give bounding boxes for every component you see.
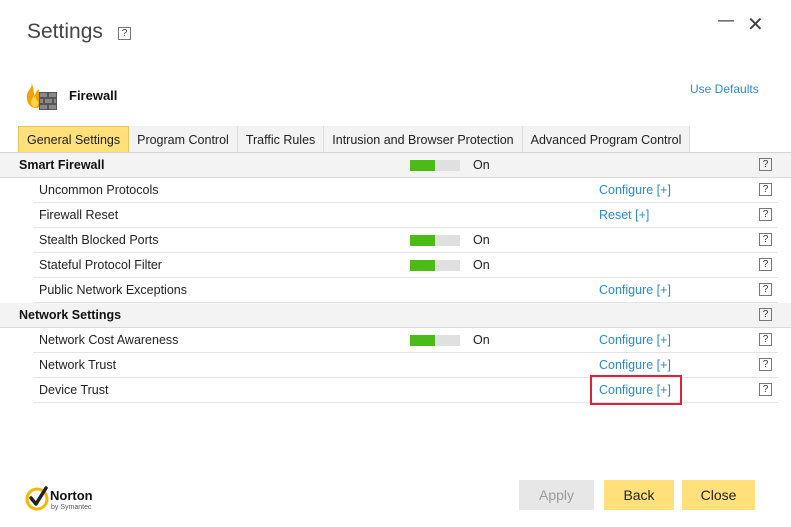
row-label: Firewall Reset: [39, 208, 119, 222]
row-stateful-protocol-filter: Stateful Protocol Filter On ?: [33, 253, 778, 278]
row-public-network-exceptions: Public Network Exceptions Configure [+] …: [33, 278, 778, 303]
toggle-state-text: On: [473, 333, 490, 347]
configure-public-network-exceptions-link[interactable]: Configure [+]: [599, 283, 671, 297]
help-icon[interactable]: ?: [759, 208, 772, 221]
row-label: Stealth Blocked Ports: [39, 233, 159, 247]
row-label: Network Trust: [39, 358, 117, 372]
norton-check-icon: [25, 486, 49, 511]
section-smart-firewall: Smart Firewall On ?: [0, 153, 791, 178]
configure-uncommon-protocols-link[interactable]: Configure [+]: [599, 183, 671, 197]
row-label: Public Network Exceptions: [39, 283, 187, 297]
tab-intrusion-browser-protection[interactable]: Intrusion and Browser Protection: [324, 126, 523, 153]
row-firewall-reset: Firewall Reset Reset [+] ?: [33, 203, 778, 228]
help-icon[interactable]: ?: [759, 258, 772, 271]
help-icon[interactable]: ?: [759, 158, 772, 171]
row-label: Uncommon Protocols: [39, 183, 159, 197]
close-window-button[interactable]: ✕: [747, 12, 764, 36]
firewall-icon: [26, 82, 57, 110]
section-heading-firewall: Firewall: [69, 88, 118, 103]
help-icon[interactable]: ?: [759, 283, 772, 296]
norton-logo: Norton by Symantec: [24, 485, 114, 517]
norton-brand-sub: by Symantec: [51, 504, 92, 511]
help-icon[interactable]: ?: [759, 333, 772, 346]
row-network-cost-awareness: Network Cost Awareness On Configure [+] …: [33, 328, 778, 353]
section-label: Smart Firewall: [19, 158, 105, 172]
help-icon[interactable]: ?: [759, 308, 772, 321]
tab-bar: General Settings Program Control Traffic…: [18, 126, 691, 153]
back-button[interactable]: Back: [604, 480, 674, 510]
help-icon[interactable]: ?: [759, 358, 772, 371]
tab-traffic-rules[interactable]: Traffic Rules: [237, 126, 325, 153]
use-defaults-link[interactable]: Use Defaults: [690, 82, 759, 96]
help-icon[interactable]: ?: [759, 233, 772, 246]
norton-brand-name: Norton: [50, 488, 93, 503]
network-cost-awareness-toggle[interactable]: [410, 335, 460, 346]
tab-program-control[interactable]: Program Control: [129, 126, 238, 153]
help-icon[interactable]: ?: [759, 183, 772, 196]
toggle-state-text: On: [473, 233, 490, 247]
help-icon[interactable]: ?: [759, 383, 772, 396]
minimize-button[interactable]: —: [717, 10, 735, 31]
stateful-protocol-filter-toggle[interactable]: [410, 260, 460, 271]
row-label: Device Trust: [39, 383, 109, 397]
reset-firewall-link[interactable]: Reset [+]: [599, 208, 649, 222]
row-stealth-blocked-ports: Stealth Blocked Ports On ?: [33, 228, 778, 253]
close-button[interactable]: Close: [682, 480, 755, 510]
row-label: Network Cost Awareness: [39, 333, 179, 347]
row-label: Stateful Protocol Filter: [39, 258, 162, 272]
smart-firewall-toggle[interactable]: [410, 160, 460, 171]
tab-advanced-program-control[interactable]: Advanced Program Control: [522, 126, 691, 153]
apply-button[interactable]: Apply: [519, 480, 594, 510]
tab-general-settings[interactable]: General Settings: [18, 126, 130, 153]
toggle-state-text: On: [473, 158, 490, 172]
configure-network-trust-link[interactable]: Configure [+]: [599, 358, 671, 372]
stealth-blocked-ports-toggle[interactable]: [410, 235, 460, 246]
configure-network-cost-awareness-link[interactable]: Configure [+]: [599, 333, 671, 347]
settings-list: Smart Firewall On ? Uncommon Protocols C…: [0, 153, 791, 403]
section-network-settings: Network Settings ?: [0, 303, 791, 328]
window-title: Settings: [27, 20, 103, 43]
highlight-box: [590, 375, 682, 405]
help-icon[interactable]: ?: [118, 27, 131, 40]
toggle-state-text: On: [473, 258, 490, 272]
section-label: Network Settings: [19, 308, 122, 322]
row-uncommon-protocols: Uncommon Protocols Configure [+] ?: [33, 178, 778, 203]
